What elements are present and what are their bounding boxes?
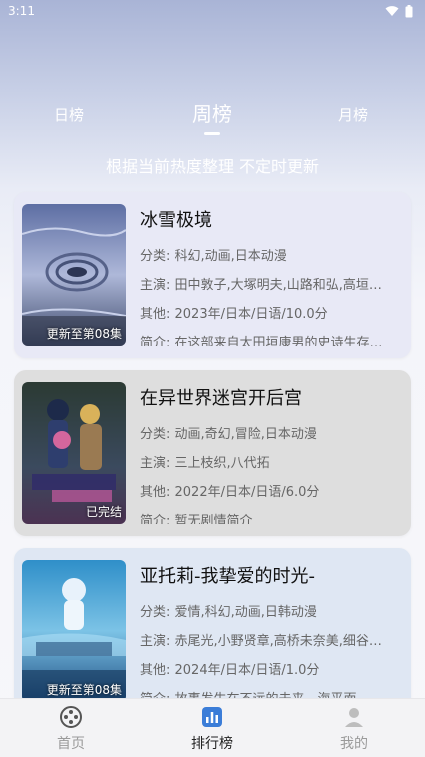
item-cast: 赤尾光,小野贤章,高桥未奈美,细谷佳正: [174, 634, 390, 649]
item-cast-row: 主演: 赤尾光,小野贤章,高桥未奈美,细谷佳正: [140, 627, 390, 656]
other-label: 其他:: [140, 485, 175, 500]
ranking-tabs: 日榜 周榜 月榜: [0, 96, 425, 136]
genre-label: 分类:: [140, 605, 175, 620]
item-cast-row: 主演: 三上枝织,八代拓: [140, 449, 390, 478]
item-genre-row: 分类: 动画,奇幻,冒险,日本动漫: [140, 420, 390, 449]
cast-label: 主演:: [140, 456, 175, 471]
item-other: 2023年/日本/日语/10.0分: [174, 307, 328, 322]
intro-label: 简介:: [140, 336, 175, 346]
item-title: 在异世界迷宫开后宫: [140, 388, 302, 409]
status-time: 3:11: [8, 4, 35, 18]
episode-badge: 更新至第08集: [46, 327, 122, 341]
item-info: 冰雪极境 分类: 科幻,动画,日本动漫 主演: 田中敦子,大塚明夫,山路和弘,高…: [140, 204, 390, 346]
status-bar: 3:11: [0, 0, 425, 22]
ranking-subtitle: 根据当前热度整理 不定时更新: [105, 157, 320, 176]
item-cast-row: 主演: 田中敦子,大塚明夫,山路和弘,高垣彩陽: [140, 271, 390, 300]
nav-home[interactable]: 首页: [36, 705, 106, 753]
wifi-icon: [385, 6, 399, 16]
user-icon: [345, 708, 363, 727]
item-other-row: 其他: 2023年/日本/日语/10.0分: [140, 300, 390, 329]
item-intro: 暂无剧情简介: [174, 514, 253, 524]
cast-label: 主演:: [140, 634, 175, 649]
film-reel-icon: [60, 706, 82, 728]
tab-indicator: [204, 132, 220, 135]
item-info: 在异世界迷宫开后宫 分类: 动画,奇幻,冒险,日本动漫 主演: 三上枝织,八代拓…: [140, 382, 390, 524]
intro-label: 简介:: [140, 514, 175, 524]
item-title: 冰雪极境: [140, 210, 212, 231]
item-genre: 科幻,动画,日本动漫: [174, 249, 287, 264]
other-label: 其他:: [140, 663, 175, 678]
cast-label: 主演:: [140, 278, 175, 293]
item-genre-row: 分类: 爱情,科幻,动画,日韩动漫: [140, 598, 390, 627]
item-cast: 三上枝织,八代拓: [174, 456, 270, 471]
ranking-card[interactable]: 已完结 在异世界迷宫开后宫 分类: 动画,奇幻,冒险,日本动漫 主演: 三上枝织…: [14, 370, 411, 536]
item-intro: 在这部来自太田垣康男的史诗生存故事中: [174, 336, 390, 346]
episode-badge: 更新至第08集: [46, 683, 122, 697]
item-genre-row: 分类: 科幻,动画,日本动漫: [140, 242, 390, 271]
nav-ranking[interactable]: 排行榜: [177, 705, 247, 753]
tab-daily[interactable]: 日榜: [54, 104, 84, 125]
item-genre: 动画,奇幻,冒险,日本动漫: [174, 427, 317, 442]
nav-mine-label: 我的: [340, 736, 368, 752]
tab-monthly[interactable]: 月榜: [338, 104, 368, 125]
bottom-nav: 首页 排行榜 我的: [0, 698, 425, 757]
item-other: 2022年/日本/日语/6.0分: [174, 485, 320, 500]
ranking-card[interactable]: 更新至第08集 亚托莉-我挚爱的时光- 分类: 爱情,科幻,动画,日韩动漫 主演…: [14, 548, 411, 714]
nav-mine[interactable]: 我的: [319, 705, 389, 753]
episode-badge: 已完结: [85, 505, 122, 519]
nav-ranking-label: 排行榜: [191, 736, 233, 752]
item-title: 亚托莉-我挚爱的时光-: [140, 566, 315, 587]
genre-label: 分类:: [140, 427, 175, 442]
item-genre: 爱情,科幻,动画,日韩动漫: [174, 605, 317, 620]
genre-label: 分类:: [140, 249, 175, 264]
item-other-row: 其他: 2022年/日本/日语/6.0分: [140, 478, 390, 507]
item-other-row: 其他: 2024年/日本/日语/1.0分: [140, 656, 390, 685]
poster-image: 已完结: [22, 382, 126, 524]
nav-home-label: 首页: [57, 736, 85, 752]
chart-icon: [202, 707, 222, 727]
poster-image: 更新至第08集: [22, 204, 126, 346]
item-intro-row: 简介: 暂无剧情简介: [140, 507, 390, 524]
battery-icon: [405, 4, 413, 17]
item-other: 2024年/日本/日语/1.0分: [174, 663, 320, 678]
poster-image: 更新至第08集: [22, 560, 126, 702]
other-label: 其他:: [140, 307, 175, 322]
ranking-card[interactable]: 更新至第08集 冰雪极境 分类: 科幻,动画,日本动漫 主演: 田中敦子,大塚明…: [14, 192, 411, 358]
item-cast: 田中敦子,大塚明夫,山路和弘,高垣彩陽: [174, 278, 390, 293]
item-intro-row: 简介: 在这部来自太田垣康男的史诗生存故事中: [140, 329, 390, 346]
tab-weekly[interactable]: 周榜: [192, 98, 232, 127]
item-info: 亚托莉-我挚爱的时光- 分类: 爱情,科幻,动画,日韩动漫 主演: 赤尾光,小野…: [140, 560, 390, 702]
status-icons: [385, 4, 413, 18]
